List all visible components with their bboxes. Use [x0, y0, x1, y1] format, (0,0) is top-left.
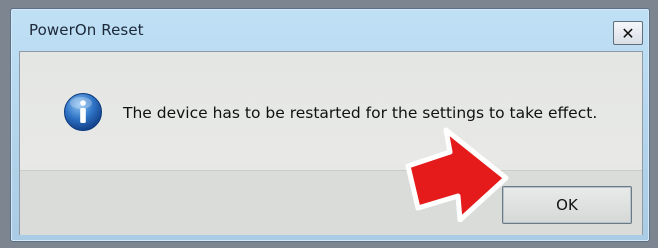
title-bar[interactable]: PowerOn Reset ✕	[11, 9, 649, 49]
close-icon: ✕	[621, 23, 635, 43]
dialog-message: The device has to be restarted for the s…	[123, 104, 598, 122]
dialog-title: PowerOn Reset	[29, 21, 144, 39]
ok-button-label: OK	[556, 196, 578, 214]
dialog-body: The device has to be restarted for the s…	[19, 51, 643, 235]
red-arrow-icon	[405, 127, 509, 222]
dialog-window: PowerOn Reset ✕ The device has to be res…	[10, 8, 650, 242]
ok-button[interactable]: OK	[502, 186, 632, 224]
info-icon	[64, 93, 102, 131]
close-button[interactable]: ✕	[613, 21, 643, 45]
